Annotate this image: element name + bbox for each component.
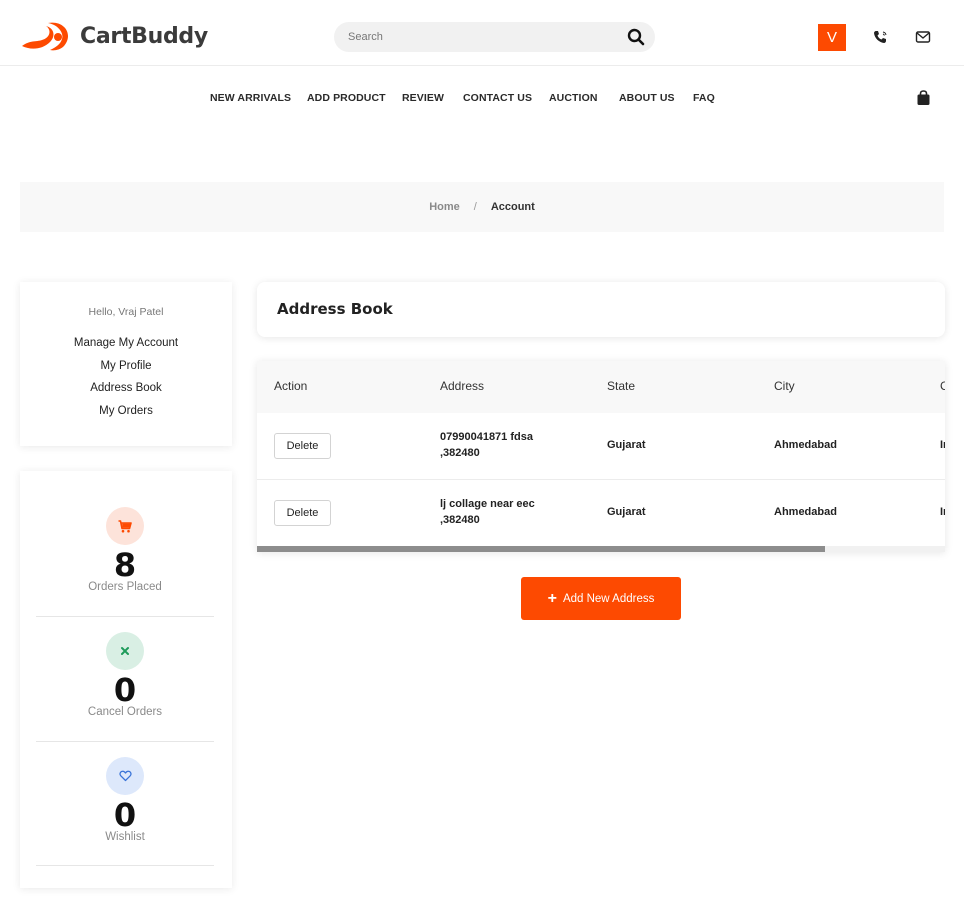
table-header: Action Address State City C xyxy=(257,361,945,413)
link-address-book[interactable]: Address Book xyxy=(20,382,232,394)
main-nav: NEW ARRIVALS ADD PRODUCT REVIEW CONTACT … xyxy=(0,92,964,106)
nav-auction[interactable]: AUCTION xyxy=(549,92,598,104)
table-row: Delete 07990041871 fdsa ,382480 Gujarat … xyxy=(257,413,945,480)
user-avatar[interactable]: V xyxy=(818,24,846,51)
stat-icon-circle xyxy=(106,757,144,795)
nav-new-arrivals[interactable]: NEW ARRIVALS xyxy=(210,92,291,104)
close-icon xyxy=(121,647,129,655)
stat-value: 8 xyxy=(113,546,137,584)
phone-icon[interactable] xyxy=(873,29,889,45)
state-cell: Gujarat xyxy=(607,439,646,451)
account-menu: Hello, Vraj Patel Manage My Account My P… xyxy=(20,282,232,446)
heart-icon xyxy=(118,770,132,782)
table-row: Delete lj collage near eec ,382480 Gujar… xyxy=(257,480,945,547)
delete-address-button[interactable]: Delete xyxy=(274,433,331,459)
city-cell: Ahmedabad xyxy=(774,439,837,451)
city-cell: Ahmedabad xyxy=(774,506,837,518)
search-input[interactable] xyxy=(348,29,618,45)
link-manage-account[interactable]: Manage My Account xyxy=(20,337,232,349)
brand-name: CartBuddy xyxy=(80,23,208,49)
country-cell: In xyxy=(940,506,945,518)
link-my-profile[interactable]: My Profile xyxy=(20,360,232,372)
column-header-address: Address xyxy=(440,379,485,393)
stat-label: Orders Placed xyxy=(88,581,162,593)
column-header-country: C xyxy=(940,379,945,393)
stat-wishlist: 0 Wishlist xyxy=(36,757,214,843)
stat-value: 0 xyxy=(113,796,137,834)
address-cell: 07990041871 fdsa ,382480 xyxy=(440,429,533,461)
add-new-address-button[interactable]: + Add New Address xyxy=(521,577,681,620)
stat-icon-circle xyxy=(106,507,144,545)
nav-add-product[interactable]: ADD PRODUCT xyxy=(307,92,386,104)
cart-icon xyxy=(118,519,132,532)
column-header-state: State xyxy=(607,379,636,393)
stat-label: Wishlist xyxy=(105,831,145,843)
address-line: ,382480 xyxy=(440,514,480,526)
scrollbar-thumb[interactable] xyxy=(257,546,825,552)
address-cell: lj collage near eec ,382480 xyxy=(440,496,535,528)
stat-cancel-orders: 0 Cancel Orders xyxy=(36,632,214,718)
address-table[interactable]: Action Address State City C Delete 07990… xyxy=(257,361,945,552)
mail-icon[interactable] xyxy=(915,30,931,44)
search-bar xyxy=(334,22,655,52)
logo-swirl-icon xyxy=(22,22,69,51)
plus-icon: + xyxy=(547,589,557,607)
nav-review[interactable]: REVIEW xyxy=(402,92,444,104)
nav-contact-us[interactable]: CONTACT US xyxy=(463,92,532,104)
divider xyxy=(36,865,214,866)
column-header-action: Action xyxy=(274,379,308,393)
address-book-header: Address Book xyxy=(257,282,945,337)
account-stats: 8 Orders Placed 0 Cancel Orders 0 Wishli… xyxy=(20,471,232,888)
address-line: lj collage near eec xyxy=(440,498,535,510)
breadcrumb-current: Account xyxy=(490,201,535,213)
stat-orders-placed: 8 Orders Placed xyxy=(36,507,214,593)
state-cell: Gujarat xyxy=(607,506,646,518)
stat-value: 0 xyxy=(113,671,137,709)
site-header: CartBuddy V xyxy=(0,0,964,66)
breadcrumb-separator: / xyxy=(473,201,477,213)
address-line: 07990041871 fdsa xyxy=(440,431,533,443)
divider xyxy=(36,741,214,742)
column-header-city: City xyxy=(774,379,795,393)
breadcrumb: Home / Account xyxy=(20,182,944,232)
divider xyxy=(36,616,214,617)
delete-address-button[interactable]: Delete xyxy=(274,500,331,526)
search-icon[interactable] xyxy=(627,28,645,46)
link-my-orders[interactable]: My Orders xyxy=(20,405,232,417)
nav-about-us[interactable]: ABOUT US xyxy=(619,92,675,104)
stat-icon-circle xyxy=(106,632,144,670)
add-new-address-label: Add New Address xyxy=(562,592,655,605)
shopping-bag-icon[interactable] xyxy=(916,90,931,106)
stat-label: Cancel Orders xyxy=(87,706,163,718)
nav-faq[interactable]: FAQ xyxy=(693,92,715,104)
country-cell: In xyxy=(940,439,945,451)
address-line: ,382480 xyxy=(440,447,480,459)
brand-logo[interactable]: CartBuddy xyxy=(20,20,208,52)
breadcrumb-home[interactable]: Home xyxy=(429,201,460,213)
user-greeting: Hello, Vraj Patel xyxy=(88,306,164,318)
page-title: Address Book xyxy=(277,300,393,318)
